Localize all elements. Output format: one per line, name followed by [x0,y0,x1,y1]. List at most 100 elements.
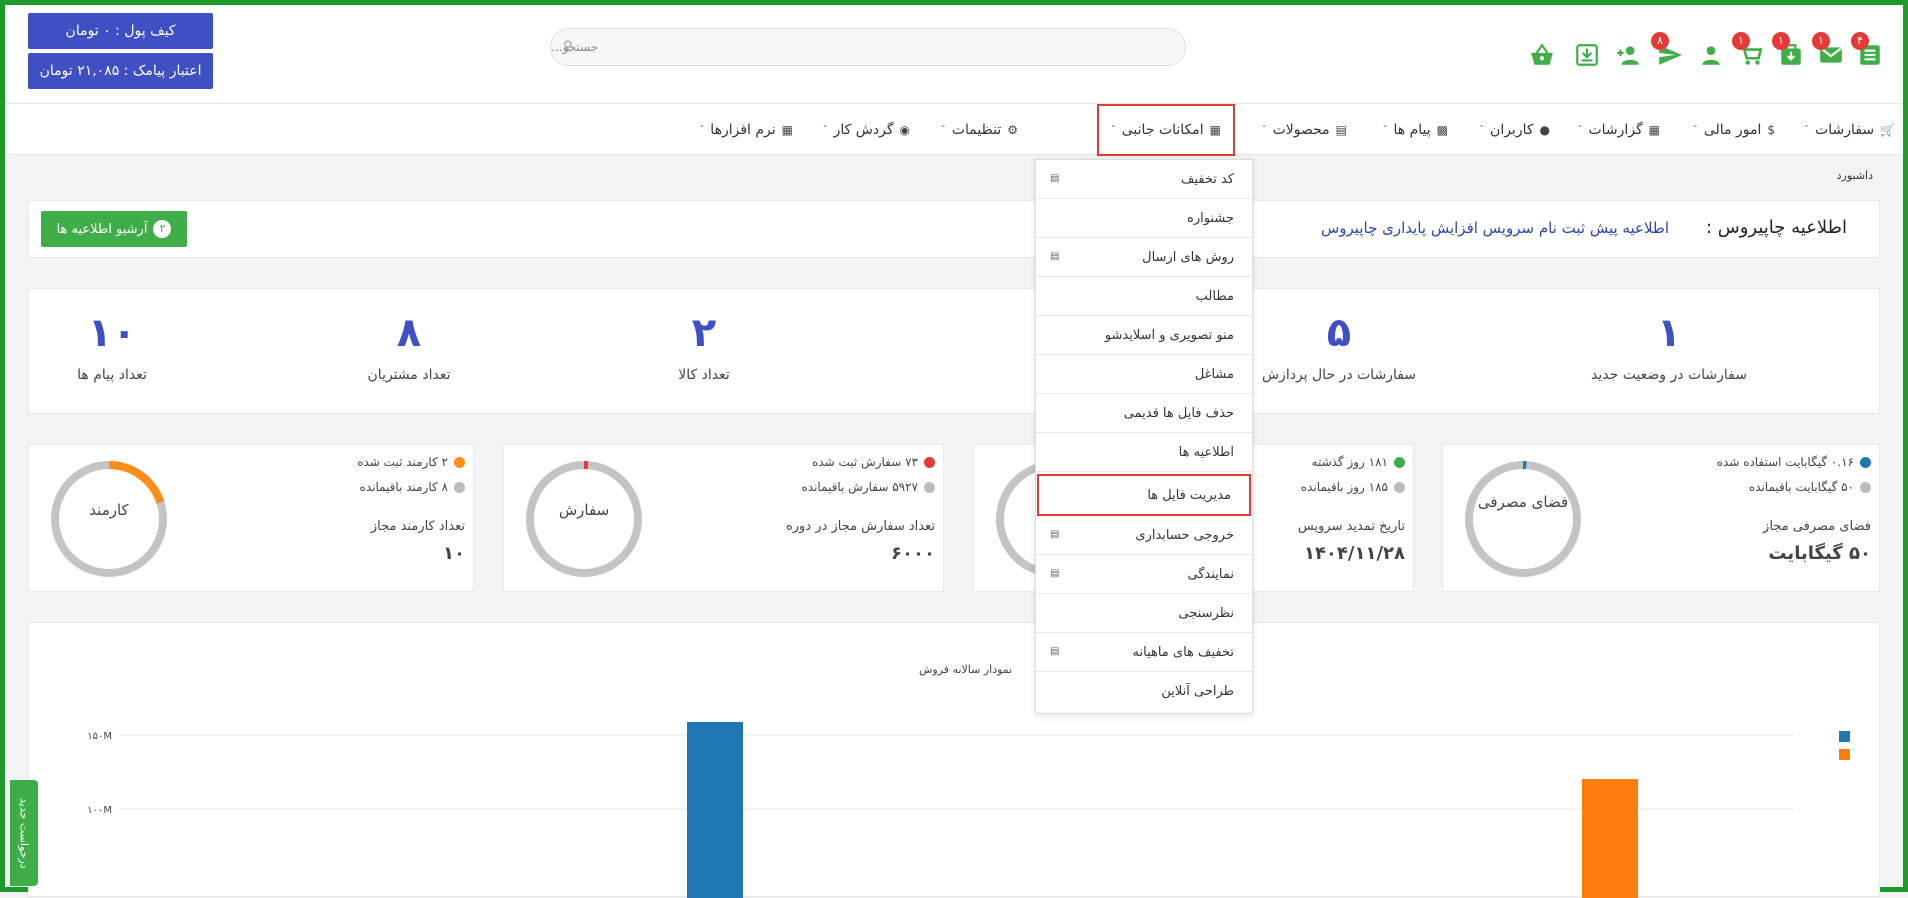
archive-label: آرشیو اطلاعیه ها [56,221,148,237]
stat-products[interactable]: ۲ تعداد کالا [554,289,854,383]
window-icon: ▤ [1050,646,1060,657]
nav-label: تنظیمات [951,122,1002,138]
menu-item-articles[interactable]: مطالب [1036,277,1252,316]
menu-item-label: طراحی آنلاین [1161,684,1234,699]
nav-item-messages[interactable]: ▩ پیام ها ˇ [1383,104,1449,156]
nav-item-products[interactable]: ▤ محصولات ˇ [1262,104,1347,156]
chevron-down-icon: ˇ [1382,124,1388,136]
search-placeholder: جستجو... [551,40,599,54]
nav-item-workflow[interactable]: ◉ گردش کار ˇ [823,104,910,156]
menu-item-survey[interactable]: نظرسنجی [1036,594,1252,633]
menu-item-notices[interactable]: اطلاعیه ها [1036,433,1252,472]
chart-bar [687,722,743,898]
stats-card: ۱ سفارشات در وضعیت جدید ۵ سفارشات در حال… [28,288,1880,414]
legend-dot [1394,481,1405,493]
nav-item-users[interactable]: ● کاربران ˇ [1479,104,1550,156]
menu-item-discount-code[interactable]: کد تخفیف ▤ [1036,160,1252,199]
cart-icon[interactable]: ۱ [1732,32,1766,69]
storage-title: فضای مصرفی مجاز [1763,519,1871,534]
chart-legend-swatch [1839,749,1850,760]
nav-label: سفارشات [1815,122,1875,138]
legend-remaining: ۸ کارمند باقیمانده [360,480,465,494]
menu-item-accounting-export[interactable]: خروجی حسابداری ▤ [1036,516,1252,555]
breadcrumb[interactable]: داشبورد [1837,169,1873,182]
menu-item-label: مدیریت فایل ها [1147,487,1231,503]
chart-y-tick: ۱۵۰M [87,731,112,742]
download-bag-icon[interactable]: ۱ [1772,32,1806,69]
chart-legend-swatch [1839,731,1850,742]
mail-icon[interactable]: ۱ [1812,32,1846,69]
legend-dot [1860,481,1871,493]
menu-item-jobs[interactable]: مشاغل [1036,355,1252,394]
window-icon: ▤ [1050,529,1060,540]
chevron-down-icon: ˇ [822,124,828,136]
service-title: تاریخ تمدید سرویس [1297,519,1405,534]
wallet-balance-button[interactable]: کیف پول : ۰ تومان [28,13,213,49]
legend-text: ۸ کارمند باقیمانده [359,480,448,494]
stat-new-orders[interactable]: ۱ سفارشات در وضعیت جدید [1519,289,1819,383]
legend-text: ۵۹۲۷ سفارش باقیمانده [801,480,918,494]
storage-ring [1465,461,1581,577]
cart-icon: 🛒 [1880,123,1895,137]
stat-value: ۱ [1656,310,1682,356]
menu-item-slideshow[interactable]: منو تصویری و اسلایدشو [1036,316,1252,355]
user-icon: ● [1539,123,1550,137]
menu-item-label: خروجی حسابداری [1135,527,1234,543]
gear-icon: ⚙ [1007,123,1018,137]
nav-item-reports[interactable]: ▦ گزارشات ˇ [1577,104,1660,156]
menu-item-festival[interactable]: جشنواره [1036,199,1252,238]
menu-item-monthly-discounts[interactable]: تخفیف های ماهیانه ▤ [1036,633,1252,672]
stat-messages[interactable]: ۱۰ تعداد پیام ها [0,289,262,383]
nav-item-finance[interactable]: $ امور مالی ˇ [1693,104,1775,156]
nav-item-settings[interactable]: ⚙ تنظیمات ˇ [941,104,1018,156]
nav-item-extras[interactable]: ▦ امکانات جانبی ˇ [1096,104,1235,156]
chevron-down-icon: ˇ [1479,124,1485,136]
storage-ring-label: فضای مصرفی [1477,493,1569,511]
stat-value: ۱۰ [87,310,137,356]
menu-item-label: نظرسنجی [1178,605,1235,621]
chart-icon: ▦ [1648,123,1660,137]
legend-dot [454,481,465,493]
orders-value: ۶۰۰۰ [891,543,935,564]
menu-item-file-manager[interactable]: مدیریت فایل ها [1037,474,1251,516]
menu-item-delete-old-files[interactable]: حذف فایل ها قدیمی [1036,394,1252,433]
chevron-down-icon: ˇ [699,124,705,136]
menu-item-label: مطالب [1195,288,1234,304]
new-request-tab[interactable]: درخواست جدید [10,780,38,886]
notice-title: اطلاعیه چاپیروس : [1705,217,1847,238]
download-box-icon[interactable] [1572,41,1602,69]
notice-archive-button[interactable]: ۲ آرشیو اطلاعیه ها [41,211,187,247]
menu-item-online-design[interactable]: طراحی آنلاین [1036,672,1252,711]
add-user-icon[interactable] [1613,41,1643,69]
chevron-down-icon: ˇ [1261,124,1267,136]
menu-item-agency[interactable]: نمایندگی ▤ [1036,555,1252,594]
dollar-icon: $ [1767,123,1775,137]
staff-value: ۱۰ [443,543,465,564]
menu-item-shipping-methods[interactable]: روش های ارسال ▤ [1036,238,1252,277]
legend-remaining: ۵۹۲۷ سفارش باقیمانده [801,480,935,494]
chevron-down-icon: ˇ [1110,124,1116,136]
legend-remaining: ۵۰ گیگابایت باقیمانده [1749,480,1871,494]
menu-item-label: جشنواره [1187,210,1234,226]
send-icon[interactable]: ۸ [1651,32,1685,69]
basket-icon[interactable] [1527,41,1557,69]
search-icon: ⚲ [563,39,573,54]
download-bag-badge: ۱ [1772,32,1790,50]
nav-item-software[interactable]: ▦ نرم افزارها ˇ [699,104,793,156]
stat-customers[interactable]: ۸ تعداد مشتریان [259,289,559,383]
nav-item-orders[interactable]: 🛒 سفارشات ˇ [1804,104,1895,156]
stat-value: ۸ [396,310,422,356]
chevron-down-icon: ˇ [1804,124,1810,136]
nav-label: گزارشات [1588,122,1643,138]
sms-credit-button[interactable]: اعتبار پیامک : ۲۱,۰۸۵ تومان [28,53,213,89]
nav-label: پیام ها [1393,122,1431,138]
staff-card: ۲ کارمند ثبت شده ۸ کارمند باقیمانده تعدا… [28,444,474,592]
window-icon: ▤ [1050,251,1060,262]
legend-dot [454,456,465,468]
list-icon[interactable]: ۴ [1851,32,1885,69]
send-badge: ۸ [1651,32,1669,50]
user-icon[interactable] [1696,41,1726,69]
notice-link[interactable]: اطلاعیه پیش ثبت نام سرویس افزایش پایداری… [1321,219,1669,237]
nav-label: محصولات [1272,122,1330,138]
search-input[interactable]: ⚲ جستجو... [550,28,1186,66]
